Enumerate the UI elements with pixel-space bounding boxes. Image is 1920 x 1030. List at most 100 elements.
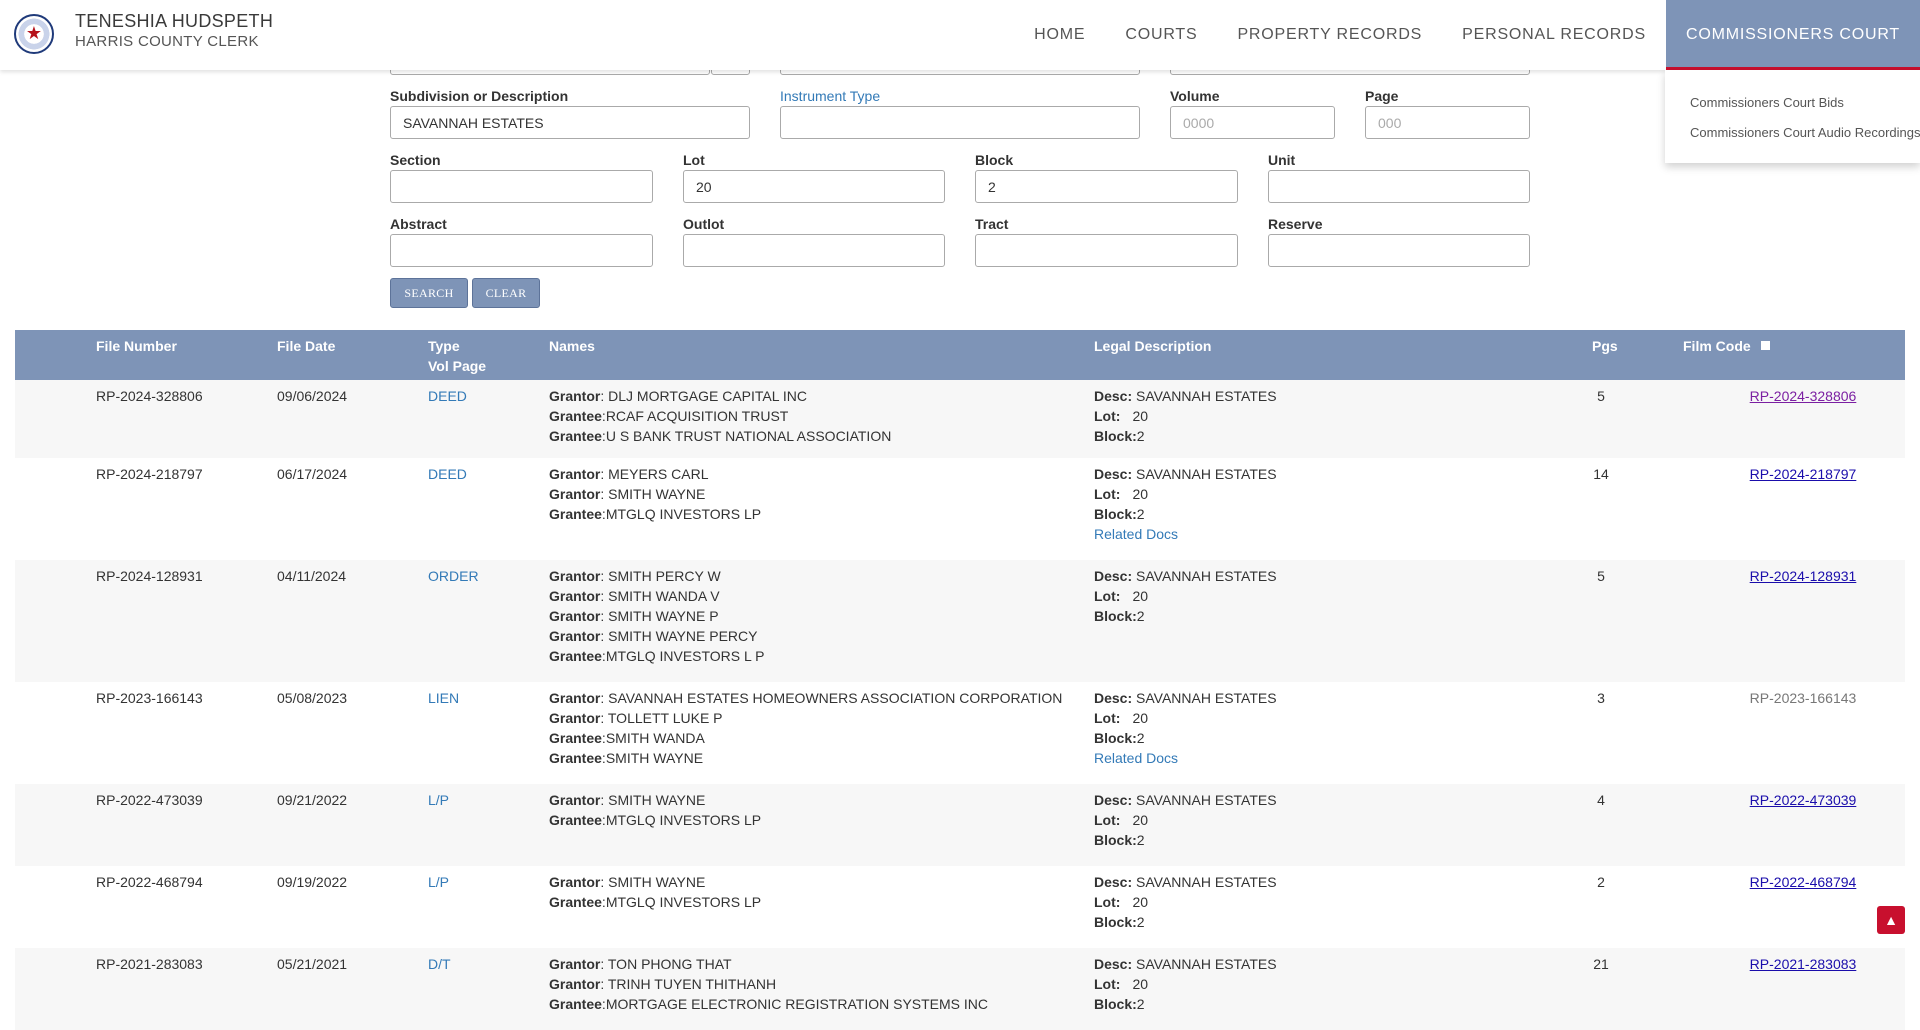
block-input[interactable] [975, 170, 1238, 203]
nav-commissioners-court[interactable]: COMMISSIONERS COURT [1665, 0, 1920, 70]
block-label: Block: [1094, 506, 1137, 522]
name-line: Grantee:MTGLQ INVESTORS LP [549, 810, 761, 830]
name-line: Grantee:SMITH WANDA [549, 728, 1062, 748]
desc-label: Desc: [1094, 388, 1133, 404]
brand-subtitle[interactable]: HARRIS COUNTY CLERK [75, 33, 259, 50]
block-line: Block:2 [1094, 728, 1277, 748]
subdivision-input[interactable] [390, 106, 750, 139]
desc-line: Desc: SAVANNAH ESTATES [1094, 688, 1277, 708]
volume-input[interactable] [1170, 106, 1335, 139]
col-file-date[interactable]: File Date [277, 336, 335, 356]
nav-courts[interactable]: COURTS [1105, 0, 1217, 70]
search-button[interactable]: SEARCH [390, 278, 468, 308]
county-seal-icon[interactable] [14, 14, 54, 54]
party-name: MTGLQ INVESTORS L P [605, 648, 765, 664]
outlot-input[interactable] [683, 234, 945, 267]
type-link[interactable]: DEED [428, 466, 467, 482]
film-code-cell: RP-2022-468794 [1688, 872, 1918, 892]
name-role: Grantee [549, 730, 602, 746]
site-header: TENESHIA HUDSPETH HARRIS COUNTY CLERK HO… [0, 0, 1920, 70]
type-link[interactable]: LIEN [428, 690, 459, 706]
col-pgs[interactable]: Pgs [1592, 336, 1618, 356]
name-role: Grantor [549, 710, 601, 726]
nav-home[interactable]: HOME [1014, 0, 1105, 70]
col-names[interactable]: Names [549, 336, 595, 356]
related-docs-link[interactable]: Related Docs [1094, 748, 1277, 768]
name-role: Grantor [549, 976, 601, 992]
block-line: Block:2 [1094, 912, 1277, 932]
type-link[interactable]: DEED [428, 388, 467, 404]
lot-label: Lot: [1094, 976, 1121, 992]
table-row[interactable]: RP-2024-328806 09/06/2024 DEED Grantor: DLJ… [15, 380, 1905, 458]
block-line: Block:2 [1094, 606, 1277, 626]
table-row[interactable]: RP-2023-166143 05/08/2023 LIEN Grantor: SAV… [15, 682, 1905, 784]
pgs-value: 2 [1597, 874, 1605, 890]
film-code-link[interactable]: RP-2024-128931 [1750, 568, 1857, 584]
block-line: Block:2 [1094, 830, 1277, 850]
block-label: Block: [1094, 608, 1137, 624]
film-code-cell: RP-2023-166143 [1688, 688, 1918, 708]
lot-value: 20 [1132, 408, 1149, 424]
col-vol-page-label[interactable]: Vol Page [428, 356, 486, 376]
table-row[interactable]: RP-2021-283083 05/21/2021 D/T Grantor: TON … [15, 948, 1905, 1030]
block-label: Block: [1094, 832, 1137, 848]
film-code-link[interactable]: RP-2022-473039 [1750, 792, 1857, 808]
commissioners-court-dropdown: Commissioners Court Bids Commissioners C… [1665, 70, 1920, 163]
instrument-type-input[interactable] [780, 106, 1140, 139]
table-row[interactable]: RP-2022-473039 09/21/2022 L/P Grantor: SMIT… [15, 784, 1905, 866]
lot-line: Lot: 20 [1094, 406, 1277, 426]
dropdown-item-bids[interactable]: Commissioners Court Bids [1690, 95, 1844, 110]
type-link[interactable]: ORDER [428, 568, 479, 584]
names-cell: Grantor: MEYERS CARL Grantor: SMITH WAYNE… [549, 464, 761, 524]
tract-input[interactable] [975, 234, 1238, 267]
type-link[interactable]: L/P [428, 792, 449, 808]
checkbox-icon[interactable] [1760, 341, 1770, 350]
file-number: RP-2024-128931 [96, 568, 203, 584]
brand-name[interactable]: TENESHIA HUDSPETH [75, 11, 273, 32]
desc-label: Desc: [1094, 874, 1133, 890]
film-code-link[interactable]: RP-2021-283083 [1750, 956, 1857, 972]
scroll-to-top-button[interactable]: ▲ [1877, 906, 1905, 934]
unit-input[interactable] [1268, 170, 1530, 203]
desc-label: Desc: [1094, 568, 1133, 584]
table-row[interactable]: RP-2022-468794 09/19/2022 L/P Grantor: SMIT… [15, 866, 1905, 948]
desc-label: Desc: [1094, 956, 1133, 972]
party-name: TRINH TUYEN THITHANH [607, 976, 777, 992]
col-legal-description[interactable]: Legal Description [1094, 336, 1211, 356]
clear-button[interactable]: CLEAR [472, 278, 540, 308]
type-link[interactable]: D/T [428, 956, 451, 972]
page-label: Page [1365, 88, 1399, 104]
name-line: Grantee:MTGLQ INVESTORS L P [549, 646, 765, 666]
name-separator: : [600, 628, 609, 644]
film-code-link[interactable]: RP-2022-468794 [1750, 874, 1857, 890]
name-role: Grantee [549, 648, 602, 664]
lot-input[interactable] [683, 170, 945, 203]
lot-label: Lot: [1094, 486, 1121, 502]
nav-personal-records[interactable]: PERSONAL RECORDS [1442, 0, 1666, 70]
lot-value: 20 [1132, 710, 1149, 726]
lot-label: Lot: [1094, 588, 1121, 604]
names-cell: Grantor: DLJ MORTGAGE CAPITAL INC Grantee… [549, 386, 891, 446]
col-file-number[interactable]: File Number [96, 336, 177, 356]
type-link[interactable]: L/P [428, 874, 449, 890]
instrument-type-link[interactable]: Instrument Type [780, 88, 880, 104]
party-name: TOLLETT LUKE P [607, 710, 723, 726]
lot-value: 20 [1132, 588, 1149, 604]
section-input[interactable] [390, 170, 653, 203]
nav-property-records[interactable]: PROPERTY RECORDS [1217, 0, 1442, 70]
abstract-input[interactable] [390, 234, 653, 267]
dropdown-item-audio-recordings[interactable]: Commissioners Court Audio Recordings [1690, 125, 1920, 140]
table-row[interactable]: RP-2024-128931 04/11/2024 ORDER Grantor: SM… [15, 560, 1905, 682]
party-name: MTGLQ INVESTORS LP [605, 812, 762, 828]
film-code-link[interactable]: RP-2024-328806 [1750, 388, 1857, 404]
related-docs-link[interactable]: Related Docs [1094, 524, 1277, 544]
block-label: Block [975, 152, 1014, 168]
film-code-link[interactable]: RP-2024-218797 [1750, 466, 1857, 482]
name-line: Grantee:U S BANK TRUST NATIONAL ASSOCIAT… [549, 426, 891, 446]
page-input[interactable] [1365, 106, 1530, 139]
file-date: 05/08/2023 [277, 690, 348, 706]
table-row[interactable]: RP-2024-218797 06/17/2024 DEED Grantor: MEY… [15, 458, 1905, 560]
col-film-code-label[interactable]: Film Code [1683, 338, 1751, 354]
reserve-input[interactable] [1268, 234, 1530, 267]
col-type-label[interactable]: Type [428, 336, 486, 356]
